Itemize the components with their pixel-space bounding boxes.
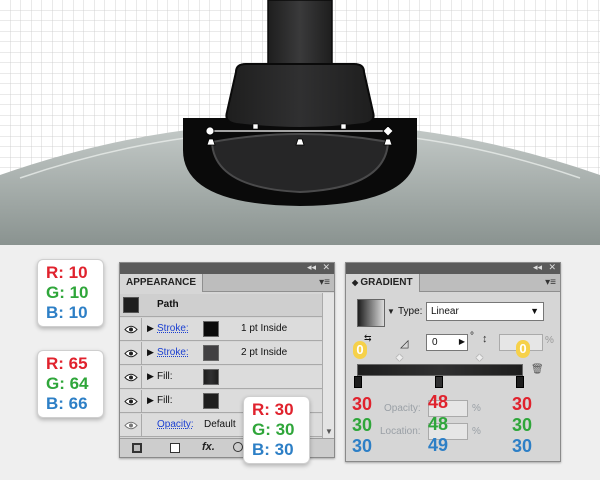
tab-gradient[interactable]: ◆ GRADIENT (346, 274, 420, 292)
fill-label: Fill: (157, 371, 173, 382)
aspect-badge: 0 (516, 340, 530, 358)
opacity-value: Default (204, 419, 236, 430)
gradient-stop-right[interactable] (516, 376, 524, 388)
type-select[interactable]: Linear ▼ (426, 302, 544, 321)
close-icon[interactable]: ✕ (322, 262, 330, 273)
gradient-stop-left[interactable] (354, 376, 362, 388)
gradient-panel: ◂◂ ✕ ◆ GRADIENT ▾≡ ▼ Type: Linear ▼ ⇆ 0 … (345, 262, 561, 462)
aspect-ratio-icon: ↕ (482, 333, 488, 345)
visibility-eye-icon[interactable] (120, 318, 142, 340)
collapse-icon[interactable]: ◂◂ (307, 262, 316, 273)
gradient-midpoint-diamond-right[interactable]: ◆ (476, 352, 483, 363)
appearance-row-fill-1[interactable]: ▶ Fill: (120, 366, 332, 389)
type-select-value: Linear (431, 306, 459, 317)
green-value: G: 10 (46, 283, 89, 302)
fill-color-swatch[interactable] (203, 393, 219, 409)
angle-input[interactable]: 0 ▶ (426, 334, 468, 351)
fill-gradient-swatch[interactable] (203, 369, 219, 385)
close-icon[interactable]: ✕ (548, 262, 556, 273)
angle-badge-text: 0 (356, 342, 364, 357)
rgb-swatch-card-3: R: 30 G: 30 B: 30 (243, 396, 310, 464)
panel-title-bar[interactable]: ◂◂ ✕ (120, 262, 334, 274)
rgb-swatch-card-1: R: 10 G: 10 B: 10 (37, 259, 104, 327)
tab-gradient-label: GRADIENT (360, 277, 413, 288)
location-label: Location: (380, 426, 421, 437)
path-row[interactable]: Path (120, 294, 332, 317)
red-value: R: 65 (46, 354, 88, 373)
aspect-badge-text: 0 (519, 341, 527, 356)
expand-triangle-icon[interactable]: ▶ (147, 347, 154, 358)
angle-badge: 0 (353, 341, 367, 359)
visibility-eye-icon[interactable] (120, 342, 142, 364)
artwork-illustration (0, 0, 600, 245)
collapse-icon[interactable]: ◂◂ (533, 262, 542, 273)
stop3-blue: 30 (512, 436, 533, 456)
panel-menu-icon[interactable]: ▾≡ (319, 277, 330, 288)
visibility-eye-icon[interactable] (120, 390, 142, 412)
panel-tab-bar: APPEARANCE ▾≡ (120, 274, 334, 292)
stroke-color-swatch[interactable] (203, 321, 219, 337)
blue-value: B: 10 (46, 303, 88, 322)
stroke-color-swatch[interactable] (203, 345, 219, 361)
gradient-stop-middle[interactable] (435, 376, 443, 388)
appearance-scrollbar[interactable]: ▼ (322, 293, 334, 438)
panel-tab-bar: ◆ GRADIENT ▾≡ (346, 274, 560, 292)
fill-label: Fill: (157, 395, 173, 406)
stop1-green: 30 (352, 415, 373, 435)
stop3-red: 30 (512, 394, 533, 414)
red-value: R: 10 (46, 263, 88, 282)
type-select-chevron-icon: ▼ (530, 306, 539, 316)
gradient-thumbnail[interactable] (357, 299, 385, 327)
red-value: R: 30 (252, 400, 294, 419)
add-new-fill-icon[interactable] (170, 443, 180, 453)
gradient-midpoint-diamond-left[interactable]: ◆ (396, 352, 403, 363)
panel-title-bar[interactable]: ◂◂ ✕ (346, 262, 560, 274)
stop2-green: 48 (428, 414, 449, 434)
stop1-blue: 30 (352, 436, 373, 456)
path-label: Path (157, 299, 179, 310)
blue-value: B: 66 (46, 394, 88, 413)
location-percent-symbol: % (472, 426, 481, 437)
stroke-weight-text: 1 pt Inside (241, 323, 288, 334)
stop1-red: 30 (352, 394, 373, 414)
stop2-red: 48 (428, 392, 449, 412)
rgb-swatch-card-2: R: 65 G: 64 B: 66 (37, 350, 104, 418)
type-label: Type: (398, 306, 423, 317)
panel-menu-icon[interactable]: ▾≡ (545, 277, 556, 288)
stroke-label[interactable]: Stroke: (157, 323, 189, 334)
delete-stop-icon[interactable]: 🗑 (531, 364, 544, 375)
opacity-label: Opacity: (384, 403, 421, 414)
tab-appearance[interactable]: APPEARANCE (120, 274, 204, 292)
appearance-row-stroke-1[interactable]: ▶ Stroke: 1 pt Inside (120, 318, 332, 341)
blue-value: B: 30 (252, 440, 294, 459)
angle-dropdown-icon[interactable]: ▶ (459, 337, 465, 346)
angle-input-value: 0 (432, 337, 438, 348)
stop2-blue: 49 (428, 435, 449, 455)
green-value: G: 30 (252, 420, 295, 439)
path-thumbnail-icon (123, 297, 139, 313)
green-value: G: 64 (46, 374, 89, 393)
opacity-percent-symbol: % (472, 403, 481, 414)
stroke-label[interactable]: Stroke: (157, 347, 189, 358)
appearance-row-stroke-2[interactable]: ▶ Stroke: 2 pt Inside (120, 342, 332, 365)
clear-appearance-icon[interactable] (233, 442, 243, 452)
gradient-slider-bar[interactable] (357, 364, 523, 376)
visibility-eye-icon[interactable] (120, 414, 142, 436)
stroke-weight-text: 2 pt Inside (241, 347, 288, 358)
stop3-green: 30 (512, 415, 533, 435)
path-thumbnail-cell (120, 294, 142, 316)
artboard-canvas (0, 0, 600, 245)
fx-icon[interactable]: fx. (202, 441, 215, 453)
opacity-label[interactable]: Opacity: (157, 419, 194, 430)
expand-triangle-icon[interactable]: ▶ (147, 323, 154, 334)
visibility-eye-icon[interactable] (120, 366, 142, 388)
degree-symbol: ° (470, 331, 474, 342)
expand-triangle-icon[interactable]: ▶ (147, 371, 154, 382)
gradient-thumbnail-dropdown-icon[interactable]: ▼ (387, 307, 395, 316)
angle-icon: ◿ (400, 338, 409, 350)
expand-triangle-icon[interactable]: ▶ (147, 395, 154, 406)
scroll-down-arrow-icon[interactable]: ▼ (325, 427, 333, 436)
add-new-stroke-icon[interactable] (132, 443, 142, 453)
percent-symbol: % (545, 335, 554, 346)
